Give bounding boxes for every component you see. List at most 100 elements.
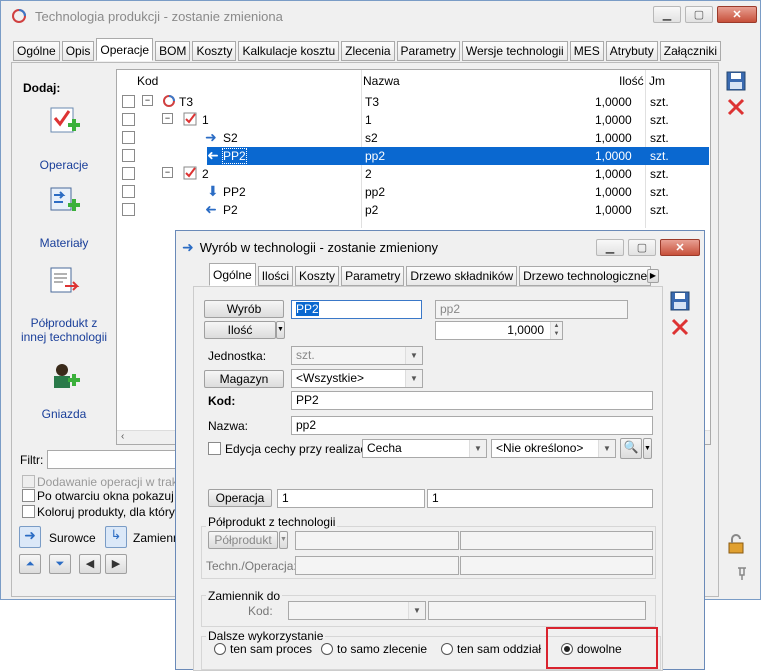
add-materialy-button[interactable]: Materiały bbox=[19, 186, 109, 251]
semiproduct-icon bbox=[50, 267, 80, 293]
tab-wersje[interactable]: Wersje technologii bbox=[461, 41, 568, 61]
nazwa-field[interactable]: pp2 bbox=[291, 416, 653, 435]
add-gniazda-button[interactable]: Gniazda bbox=[19, 361, 109, 426]
row-checkbox[interactable] bbox=[122, 131, 135, 144]
tab-dlg-ogolne[interactable]: Ogólne bbox=[209, 263, 256, 286]
tab-parametry[interactable]: Parametry bbox=[396, 41, 460, 61]
tab-ogolne[interactable]: Ogólne bbox=[13, 41, 60, 61]
operacja-field-1[interactable]: 1 bbox=[277, 489, 425, 508]
ilosc-dropdown[interactable]: ▼ bbox=[276, 321, 285, 339]
tab-atrybuty[interactable]: Atrybuty bbox=[605, 41, 658, 61]
input-arrow-icon: ➜ bbox=[205, 129, 217, 145]
radio-dowolne[interactable] bbox=[561, 643, 573, 655]
operacja-field-2[interactable]: 1 bbox=[427, 489, 653, 508]
tab-dlg-ilosci[interactable]: Ilości bbox=[257, 266, 294, 286]
close-button[interactable]: ✕ bbox=[717, 6, 757, 23]
tree-row-pp2[interactable]: ⬇ PP2 pp2 1,0000 szt. bbox=[117, 183, 710, 201]
chevron-down-icon: ▼ bbox=[469, 440, 486, 457]
collapse-toggle[interactable]: − bbox=[162, 113, 173, 124]
row-checkbox[interactable] bbox=[122, 203, 135, 216]
filter-label: Filtr: bbox=[20, 453, 44, 467]
move-right-button[interactable]: ▶ bbox=[105, 554, 127, 574]
option-dodawanie-checkbox[interactable] bbox=[22, 475, 35, 488]
tree-row-s2[interactable]: ➜ S2 s2 1,0000 szt. bbox=[117, 129, 710, 147]
dialog-close-button[interactable]: ✕ bbox=[660, 239, 700, 256]
arrow-corner-icon: ↳ bbox=[110, 527, 122, 542]
tree-row-p2[interactable]: ➜ P2 p2 1,0000 szt. bbox=[117, 201, 710, 219]
wyrob-button[interactable]: Wyrób bbox=[204, 300, 284, 318]
edycja-cechy-checkbox[interactable] bbox=[208, 442, 221, 455]
tab-kalkulacje[interactable]: Kalkulacje kosztu bbox=[238, 41, 340, 61]
cecha-lookup-button[interactable]: 🔍 bbox=[620, 438, 642, 459]
dialog-minimize-button[interactable]: ▁ bbox=[596, 239, 624, 256]
tab-zlecenia[interactable]: Zlecenia bbox=[341, 41, 395, 61]
surowce-toggle[interactable]: ➜ bbox=[19, 526, 41, 548]
chevron-down-icon: ▼ bbox=[405, 347, 422, 364]
arrow-right-icon: ➜ bbox=[182, 238, 194, 255]
tab-koszty[interactable]: Koszty bbox=[192, 41, 237, 61]
move-up-button[interactable]: ⏶ bbox=[19, 554, 41, 574]
move-down-button[interactable]: ⏷ bbox=[49, 554, 71, 574]
dialog-maximize-button[interactable]: ▢ bbox=[628, 239, 656, 256]
dialog-save-icon[interactable] bbox=[670, 291, 690, 311]
add-polprodukt-button[interactable]: Półprodukt z innej technologii bbox=[19, 266, 109, 346]
ilosc-spinner[interactable]: ▲ ▼ bbox=[550, 322, 562, 339]
tree-row-op1[interactable]: − 1 1 1,0000 szt. bbox=[117, 111, 710, 129]
cancel-icon[interactable] bbox=[726, 97, 746, 117]
zamiennik-kod-label: Kod: bbox=[248, 604, 273, 618]
radio-to-samo-zlecenie[interactable] bbox=[321, 643, 333, 655]
lock-icon[interactable] bbox=[726, 534, 746, 554]
dialog-cancel-icon[interactable] bbox=[670, 317, 690, 337]
row-ilosc: 1,0000 bbox=[595, 131, 632, 145]
operacja-button[interactable]: Operacja bbox=[208, 489, 272, 507]
row-checkbox[interactable] bbox=[122, 113, 135, 126]
maximize-button[interactable]: ▢ bbox=[685, 6, 713, 23]
option-koloruj-checkbox[interactable] bbox=[22, 505, 35, 518]
tab-dlg-drzewo-technologiczne[interactable]: Drzewo technologiczne bbox=[519, 266, 652, 286]
tree-row-op2[interactable]: − 2 2 1,0000 szt. bbox=[117, 165, 710, 183]
collapse-toggle[interactable]: − bbox=[142, 95, 153, 106]
tab-opis[interactable]: Opis bbox=[61, 41, 95, 61]
tab-bom[interactable]: BOM bbox=[155, 41, 191, 61]
cecha-lookup-dropdown[interactable]: ▼ bbox=[643, 438, 652, 459]
minimize-button[interactable]: ▁ bbox=[653, 6, 681, 23]
zamiennik-group-label: Zamiennik do bbox=[206, 589, 283, 603]
ilosc-field[interactable]: 1,0000 ▲ ▼ bbox=[435, 321, 563, 340]
cecha-select[interactable]: Cecha ▼ bbox=[362, 439, 487, 458]
tab-zalaczniki[interactable]: Załączniki bbox=[659, 41, 722, 61]
jednostka-select[interactable]: szt. ▼ bbox=[291, 346, 423, 365]
tabs-scroll-right[interactable]: ▶ bbox=[647, 269, 659, 283]
tab-operacje[interactable]: Operacje bbox=[96, 38, 154, 61]
tab-dlg-parametry[interactable]: Parametry bbox=[341, 266, 405, 286]
tree-row-t3[interactable]: − T3 T3 1,0000 szt. bbox=[117, 93, 710, 111]
collapse-toggle[interactable]: − bbox=[162, 167, 173, 178]
move-left-button[interactable]: ◀ bbox=[79, 554, 101, 574]
cecha-value-select[interactable]: <Nie określono> ▼ bbox=[491, 439, 616, 458]
row-checkbox[interactable] bbox=[122, 185, 135, 198]
radio-ten-sam-proces[interactable] bbox=[214, 643, 226, 655]
row-checkbox[interactable] bbox=[122, 95, 135, 108]
tab-dlg-koszty[interactable]: Koszty bbox=[295, 266, 340, 286]
save-icon[interactable] bbox=[726, 71, 746, 91]
pin-icon[interactable] bbox=[734, 565, 750, 581]
magazyn-button[interactable]: Magazyn bbox=[204, 370, 284, 388]
row-checkbox[interactable] bbox=[122, 149, 135, 162]
zamiennik-toggle[interactable]: ↳ bbox=[105, 526, 127, 548]
row-checkbox[interactable] bbox=[122, 167, 135, 180]
kod-field[interactable]: PP2 bbox=[291, 391, 653, 410]
techn-operacja-label: Techn./Operacja: bbox=[206, 559, 297, 573]
output-arrow-icon: ➜ bbox=[205, 201, 217, 217]
magazyn-select[interactable]: <Wszystkie> ▼ bbox=[291, 369, 423, 388]
app-icon bbox=[12, 9, 26, 23]
add-operacje-button[interactable]: Operacje bbox=[19, 106, 109, 176]
add-gniazda-label: Gniazda bbox=[41, 407, 87, 421]
radio-ten-sam-oddzial[interactable] bbox=[441, 643, 453, 655]
ilosc-button[interactable]: Ilość bbox=[204, 321, 276, 339]
option-pokazuj-checkbox[interactable] bbox=[22, 489, 35, 502]
tab-mes[interactable]: MES bbox=[569, 41, 604, 61]
wyrob-code-field[interactable]: PP2 bbox=[291, 300, 422, 319]
tab-dlg-drzewo-skladnikow[interactable]: Drzewo składników bbox=[406, 266, 518, 286]
tree-row-pp2-selected[interactable]: ➜ PP2 pp2 1,0000 szt. bbox=[207, 147, 709, 165]
row-kod: 2 bbox=[202, 167, 209, 181]
product-dialog: ➜ Wyrób w technologii - zostanie zmienio… bbox=[175, 230, 705, 671]
